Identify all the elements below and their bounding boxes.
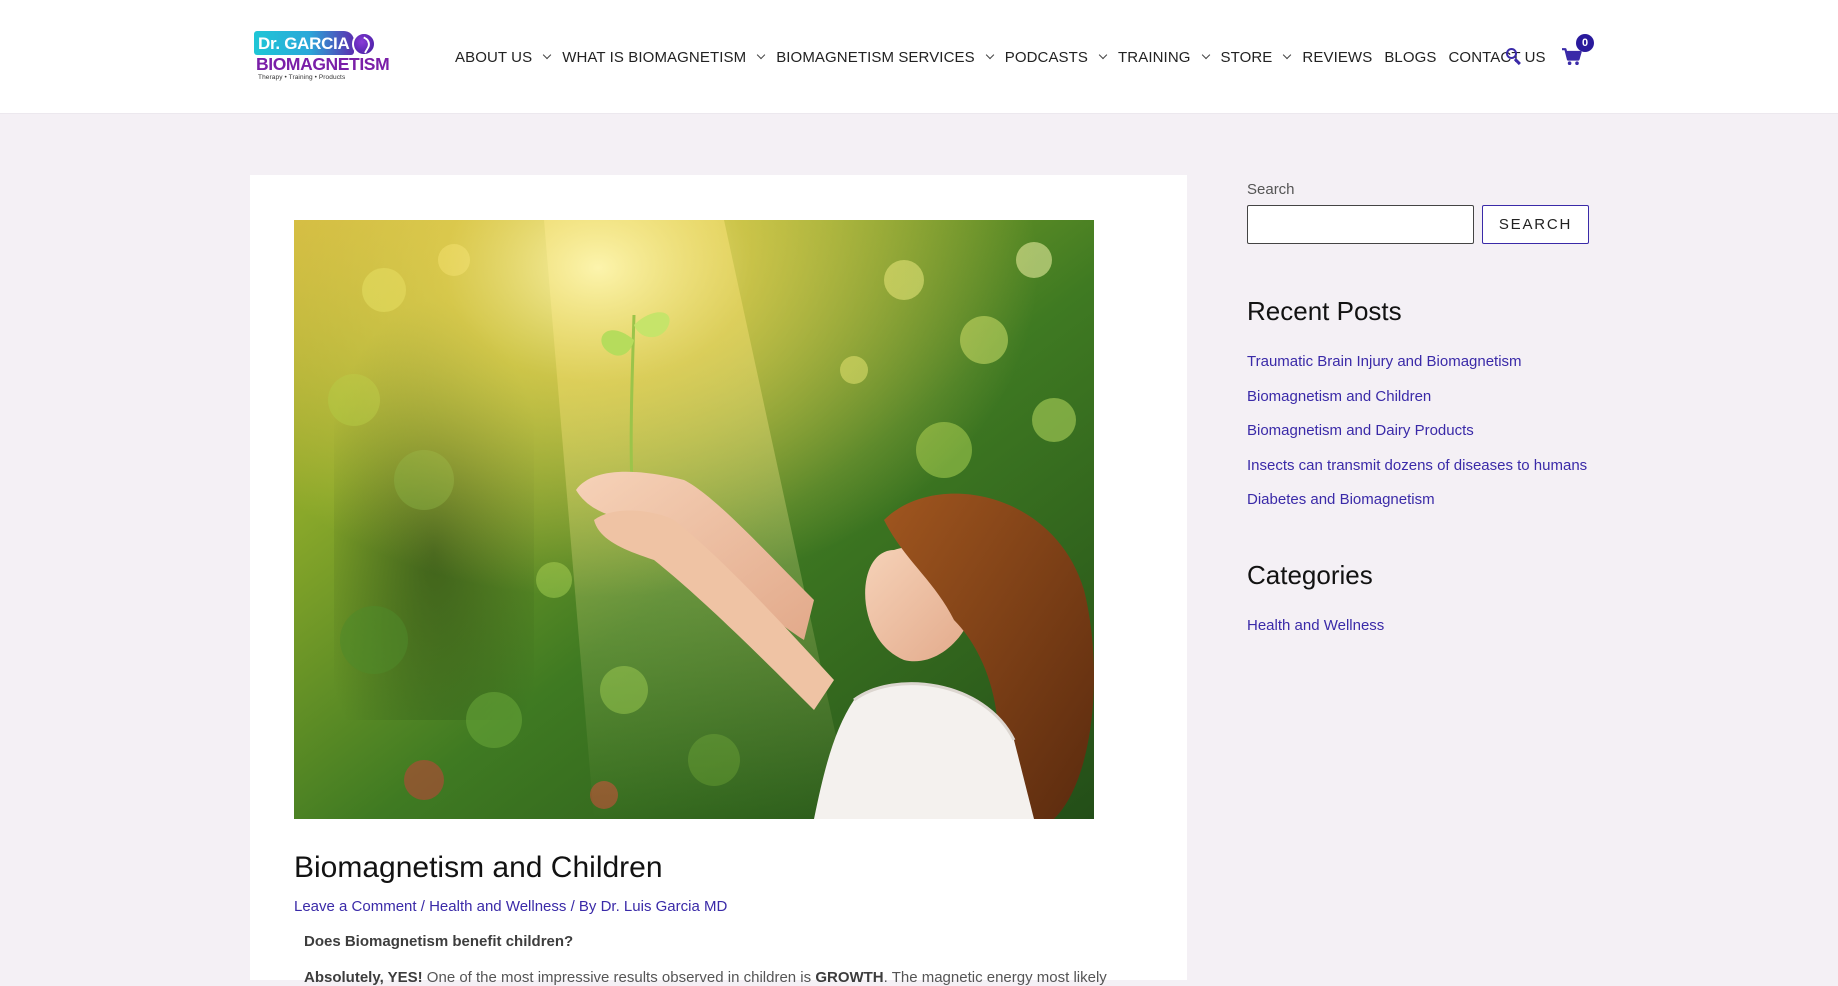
recent-posts-title: Recent Posts: [1247, 296, 1402, 326]
logo-main-text: BIOMAGNETISM: [256, 54, 390, 74]
categories-title: Categories: [1247, 560, 1373, 590]
recent-post-link[interactable]: Traumatic Brain Injury and Biomagnetism: [1247, 353, 1587, 388]
nav-label: CONTACT US: [1448, 48, 1546, 66]
author-link[interactable]: Dr. Luis Garcia MD: [601, 898, 728, 915]
chevron-down-icon: [756, 50, 766, 60]
recent-post-link[interactable]: Insects can transmit dozens of diseases …: [1247, 457, 1587, 492]
nav-label: PODCASTS: [1004, 48, 1089, 66]
chevron-down-icon: [1201, 50, 1210, 60]
main-nav: ABOUT US WHAT IS BIOMAGNETISM BIOMAGNETI…: [455, 46, 1558, 68]
search-label: Search: [1247, 181, 1295, 198]
post-question: Does Biomagnetism benefit children?: [304, 933, 574, 950]
cart-icon[interactable]: [1562, 48, 1582, 66]
body-lead-bold: Absolutely, YES!: [304, 969, 423, 986]
search-icon[interactable]: [1505, 47, 1523, 65]
recent-post-link[interactable]: Biomagnetism and Dairy Products: [1247, 422, 1587, 457]
meta-separator: /: [420, 898, 425, 915]
body-bold-growth: GROWTH: [815, 969, 884, 986]
nav-label: ABOUT US: [455, 48, 533, 66]
meta-by-prefix: / By: [570, 898, 597, 915]
nav-podcasts[interactable]: PODCASTS: [1004, 48, 1108, 66]
recent-post-link[interactable]: Biomagnetism and Children: [1247, 388, 1587, 423]
nav-label: STORE: [1220, 48, 1273, 66]
hero-image: [294, 220, 1094, 819]
leave-comment-link[interactable]: Leave a Comment: [294, 898, 417, 915]
chevron-down-icon: [1283, 50, 1292, 60]
post-title: Biomagnetism and Children: [294, 851, 663, 884]
search-input[interactable]: [1247, 205, 1474, 244]
nav-label: REVIEWS: [1302, 48, 1373, 66]
nav-contact-us[interactable]: CONTACT US: [1449, 49, 1546, 66]
nav-label: TRAINING: [1118, 48, 1191, 66]
site-header: Dr. GARCIA BIOMAGNETISM Therapy • Traini…: [0, 0, 1838, 114]
nav-label: WHAT IS BIOMAGNETISM: [562, 48, 747, 66]
post-meta: Leave a Comment / Health and Wellness / …: [294, 898, 727, 915]
nav-blogs[interactable]: BLOGS: [1384, 49, 1436, 66]
nav-about-us[interactable]: ABOUT US: [455, 48, 552, 66]
nav-what-is-biomagnetism[interactable]: WHAT IS BIOMAGNETISM: [562, 48, 766, 66]
nav-label: BIOMAGNETISM SERVICES: [776, 48, 975, 66]
cart-count-badge: 0: [1576, 34, 1594, 52]
chevron-down-icon: [542, 50, 552, 60]
logo-swirl-icon: [352, 32, 376, 56]
nav-store[interactable]: STORE: [1220, 48, 1292, 66]
nav-label: BLOGS: [1384, 48, 1437, 66]
categories-list: Health and Wellness: [1247, 617, 1384, 652]
logo-top-text: Dr. GARCIA: [254, 31, 355, 55]
body-text: . The magnetic energy most likely: [883, 969, 1107, 986]
site-logo[interactable]: Dr. GARCIA BIOMAGNETISM Therapy • Traini…: [254, 31, 390, 83]
nav-reviews[interactable]: REVIEWS: [1302, 49, 1372, 66]
recent-post-link[interactable]: Diabetes and Biomagnetism: [1247, 491, 1587, 526]
recent-posts-list: Traumatic Brain Injury and Biomagnetism …: [1247, 353, 1587, 526]
category-link[interactable]: Health and Wellness: [1247, 617, 1384, 652]
article-card: Biomagnetism and Children Leave a Commen…: [250, 175, 1187, 986]
category-link[interactable]: Health and Wellness: [429, 898, 566, 915]
post-body: Absolutely, YES! One of the most impress…: [304, 969, 1134, 986]
nav-biomagnetism-services[interactable]: BIOMAGNETISM SERVICES: [776, 48, 994, 66]
nav-training[interactable]: TRAINING: [1118, 48, 1210, 66]
search-button[interactable]: SEARCH: [1482, 205, 1589, 244]
chevron-down-icon: [985, 50, 994, 60]
logo-tagline: Therapy • Training • Products: [258, 74, 346, 81]
body-text: One of the most impressive results obser…: [422, 969, 816, 986]
chevron-down-icon: [1098, 50, 1108, 60]
